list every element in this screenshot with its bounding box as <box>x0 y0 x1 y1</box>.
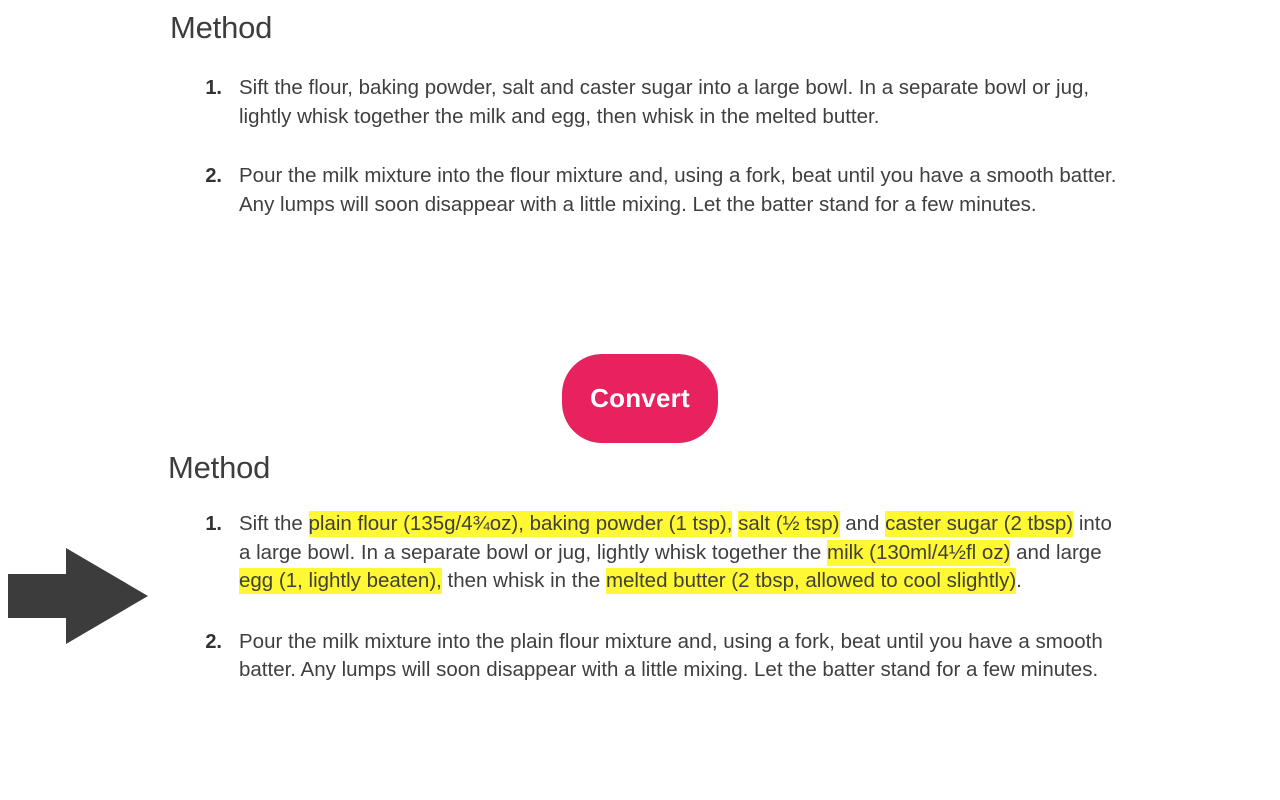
step-number: 2. <box>205 165 222 187</box>
list-item: 1. Sift the plain flour (135g/4¾oz), bak… <box>192 510 1112 596</box>
highlighted-ingredient: egg (1, lightly beaten), <box>239 568 442 594</box>
step-number: 2. <box>205 630 222 653</box>
list-item: 2. Pour the milk mixture into the plain … <box>192 628 1112 685</box>
page-title-original: Method <box>170 10 273 45</box>
step-text: Sift the flour, baking powder, salt and … <box>239 76 1090 128</box>
converted-step-list: 1. Sift the plain flour (135g/4¾oz), bak… <box>192 510 1112 685</box>
list-item: 2. Pour the milk mixture into the flour … <box>192 162 1122 219</box>
converter-page: Method 1. Sift the flour, baking powder,… <box>0 0 1280 800</box>
step-text: Pour the milk mixture into the flour mix… <box>239 164 1117 216</box>
step-number: 1. <box>205 77 222 99</box>
highlighted-ingredient: salt (½ tsp) <box>738 511 840 537</box>
highlighted-ingredient: milk (130ml/4½fl oz) <box>827 539 1011 566</box>
list-item: 1. Sift the flour, baking powder, salt a… <box>192 74 1122 131</box>
converted-method-panel: Method 1. Sift the plain flour (135g/4¾o… <box>0 450 1280 685</box>
convert-button[interactable]: Convert <box>562 354 718 443</box>
step-text: Pour the milk mixture into the plain flo… <box>239 629 1103 682</box>
step-number: 1. <box>205 513 222 535</box>
step-text: Sift the plain flour (135g/4¾oz), baking… <box>239 511 1112 594</box>
highlighted-ingredient: melted butter (2 tbsp, allowed to cool s… <box>605 568 1017 594</box>
original-step-list: 1. Sift the flour, baking powder, salt a… <box>192 74 1122 219</box>
original-method-panel: Method 1. Sift the flour, baking powder,… <box>0 10 1280 219</box>
page-title-converted: Method <box>168 450 271 485</box>
highlighted-ingredient: plain flour (135g/4¾oz), baking powder (… <box>308 511 733 537</box>
highlighted-ingredient: caster sugar (2 tbsp) <box>885 511 1074 537</box>
convert-button-container: Convert <box>0 354 1280 443</box>
